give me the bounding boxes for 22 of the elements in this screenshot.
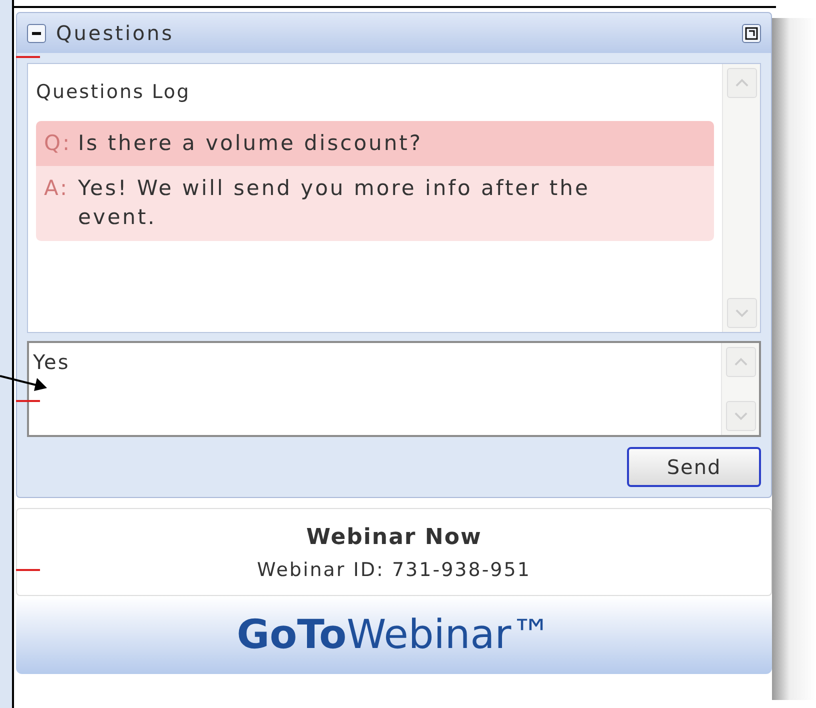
scrollbar[interactable] [722, 64, 760, 332]
annotation-tick [16, 56, 40, 58]
panel-title: Questions [56, 20, 175, 47]
restore-icon [745, 26, 758, 40]
collapse-button[interactable] [27, 24, 46, 42]
scroll-up-icon[interactable] [726, 68, 756, 98]
scroll-down-icon[interactable] [726, 298, 756, 328]
annotation-tick [16, 400, 40, 402]
message-prefix: A: [44, 174, 70, 202]
webinar-title: Webinar Now [306, 524, 482, 552]
webinar-id: Webinar ID: 731-938-951 [257, 558, 531, 583]
logo: GoToWebinar™ [16, 596, 772, 674]
scrollbar[interactable] [721, 343, 759, 435]
message-prefix: Q: [44, 130, 73, 156]
log-title: Questions Log [36, 80, 192, 105]
scroll-up-icon[interactable] [726, 347, 756, 377]
message-text: Is there a volume discount? [78, 130, 423, 156]
scroll-down-icon[interactable] [726, 401, 756, 431]
annotation-tick [16, 569, 40, 571]
message-text: Yes! We will send you more info after the event. [78, 174, 591, 232]
undock-button[interactable] [742, 24, 761, 42]
send-button[interactable]: Send [627, 447, 761, 487]
